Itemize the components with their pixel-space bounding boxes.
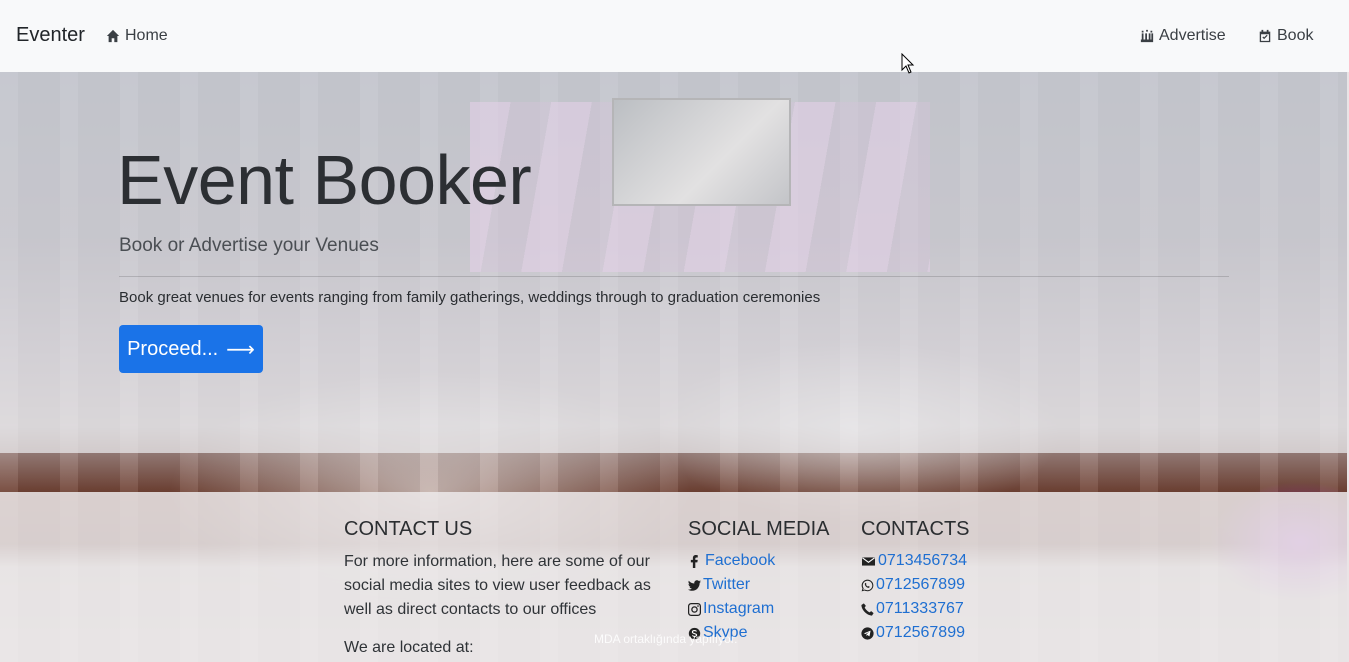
hero-description: Book great venues for events ranging fro… (119, 289, 821, 306)
whatsapp-icon (861, 579, 874, 591)
social-link-facebook-label: Facebook (705, 552, 776, 569)
hero-divider (119, 276, 1229, 277)
social-link-instagram[interactable]: Instagram (688, 600, 774, 618)
proceed-button-label: Proceed... (127, 337, 219, 360)
nav-advertise-label: Advertise (1159, 27, 1226, 44)
contact-phone-label: 0711333767 (876, 600, 964, 617)
contact-telegram-label: 0712567899 (876, 624, 965, 641)
facebook-icon (690, 554, 698, 568)
jumbotron-overlay (0, 72, 1347, 453)
building-icon (1140, 29, 1154, 43)
nav-advertise-link[interactable]: Advertise (1140, 27, 1226, 45)
nav-book-link[interactable]: Book (1258, 27, 1313, 45)
telegram-icon (861, 626, 874, 640)
contact-email[interactable]: 0713456734 (861, 552, 967, 570)
contact-us-text: For more information, here are some of o… (344, 553, 651, 618)
social-link-instagram-label: Instagram (703, 600, 775, 617)
contact-whatsapp[interactable]: 0712567899 (861, 576, 965, 594)
arrow-right-icon: ⟶ (226, 338, 255, 361)
overlay-caption: MDA ortaklığında yapılıyor. (594, 632, 738, 646)
proceed-button[interactable]: Proceed... ⟶ (119, 325, 263, 373)
hero-title: Event Booker (117, 141, 532, 219)
location-text: We are located at: (344, 639, 474, 656)
contact-us-title: CONTACT US (344, 518, 473, 540)
home-icon (106, 29, 120, 43)
mouse-cursor-icon (901, 53, 915, 74)
social-media-title: SOCIAL MEDIA (688, 518, 830, 540)
instagram-icon (688, 602, 701, 616)
contact-email-label: 0713456734 (878, 552, 967, 569)
contact-whatsapp-label: 0712567899 (876, 576, 965, 593)
calendar-check-icon (1259, 29, 1271, 43)
hero-lead: Book or Advertise your Venues (119, 235, 379, 256)
envelope-icon (862, 556, 875, 566)
navbar-brand[interactable]: Eventer (16, 24, 85, 47)
nav-home-label: Home (125, 27, 168, 44)
navbar: Eventer Home Advertise Book (0, 0, 1349, 72)
contacts-title: CONTACTS (861, 518, 970, 540)
twitter-icon (688, 579, 701, 591)
nav-home-link[interactable]: Home (106, 27, 168, 45)
social-link-twitter[interactable]: Twitter (688, 576, 750, 594)
contact-phone[interactable]: 0711333767 (861, 600, 964, 618)
phone-icon (861, 602, 874, 616)
nav-book-label: Book (1277, 27, 1314, 44)
social-link-twitter-label: Twitter (703, 576, 751, 593)
social-link-facebook[interactable]: Facebook (688, 552, 775, 570)
contact-telegram[interactable]: 0712567899 (861, 624, 965, 642)
